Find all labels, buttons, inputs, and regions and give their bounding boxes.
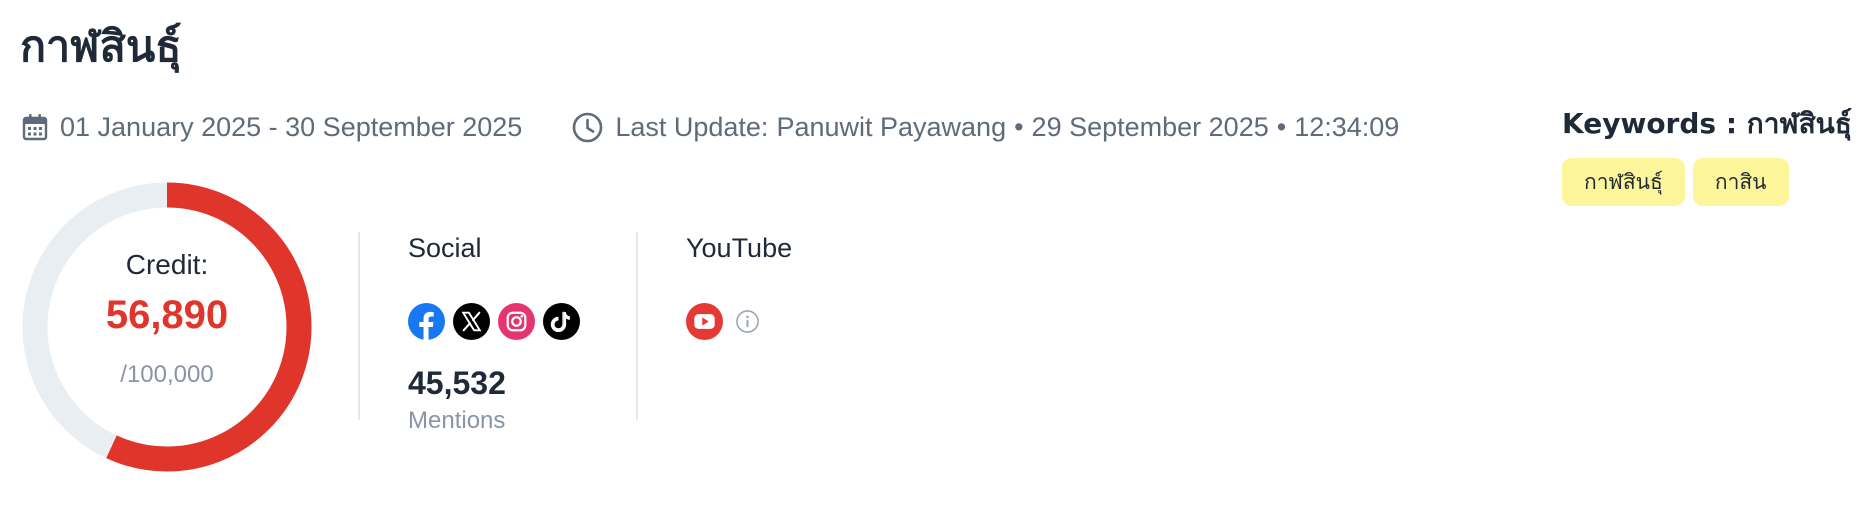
- facebook-icon[interactable]: [408, 302, 445, 340]
- separator: •: [1014, 111, 1024, 142]
- instagram-icon[interactable]: [498, 302, 535, 340]
- mentions-label: Mentions: [408, 407, 506, 435]
- x-icon[interactable]: [453, 302, 490, 340]
- youtube-icons: [686, 302, 792, 340]
- divider: [636, 232, 638, 420]
- mentions-value: 45,532: [408, 365, 506, 401]
- divider: [358, 232, 360, 420]
- last-update-time: 12:34:09: [1294, 111, 1400, 142]
- social-title: Social: [408, 233, 482, 263]
- youtube-section: YouTube: [686, 232, 792, 340]
- keyword-tags: กาฬสินธุ์ กาสิน: [1562, 158, 1852, 207]
- keyword-tag[interactable]: กาสิน: [1692, 158, 1789, 207]
- date-range[interactable]: 01 January 2025 - 30 September 2025: [22, 112, 522, 143]
- youtube-title: YouTube: [686, 233, 793, 263]
- meta-row: 01 January 2025 - 30 September 2025 Last…: [22, 110, 1399, 144]
- date-range-text: 01 January 2025 - 30 September 2025: [60, 111, 523, 142]
- clock-icon: [572, 112, 603, 143]
- social-icons: [408, 302, 580, 340]
- credit-label: Credit:: [125, 249, 209, 280]
- info-icon[interactable]: [735, 309, 760, 334]
- last-update-date: 29 September 2025: [1031, 111, 1269, 142]
- credit-gauge: Credit: 56,890 /100,000: [21, 181, 313, 473]
- credit-total: /100,000: [120, 361, 214, 388]
- keywords-title: Keywords : กาฬสินธุ์: [1562, 107, 1852, 140]
- last-update-label: Last Update:: [615, 111, 769, 142]
- separator: •: [1276, 111, 1287, 142]
- keywords-panel: Keywords : กาฬสินธุ์ กาฬสินธุ์ กาสิน: [1562, 106, 1852, 207]
- tiktok-icon[interactable]: [543, 302, 580, 340]
- youtube-icon[interactable]: [686, 302, 723, 340]
- page-title: กาฬสินธุ์: [20, 22, 182, 72]
- calendar-icon: [22, 113, 48, 141]
- last-update-user: Panuwit Payawang: [776, 111, 1007, 142]
- last-update: Last Update: Panuwit Payawang • 29 Septe…: [572, 112, 1399, 143]
- keyword-tag[interactable]: กาฬสินธุ์: [1562, 158, 1685, 207]
- credit-used: 56,890: [105, 293, 229, 337]
- social-section: Social 45,532 Mentions: [408, 232, 580, 435]
